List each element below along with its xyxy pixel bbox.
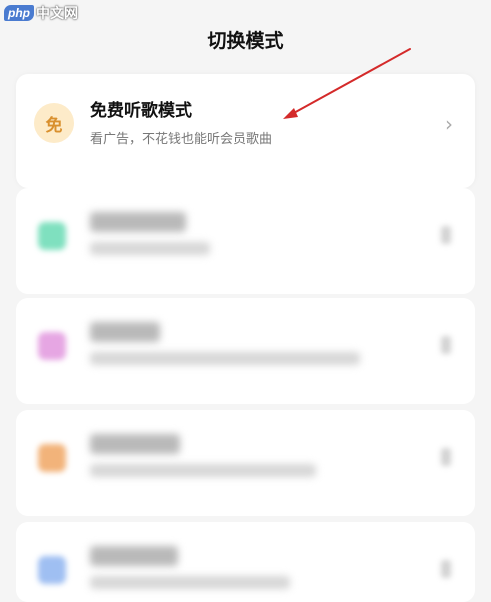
watermark-text: 中文网: [36, 5, 78, 21]
chevron-right-icon: [441, 336, 451, 354]
mode-item-blurred[interactable]: [16, 298, 475, 404]
mode-item-blurred[interactable]: [16, 410, 475, 516]
mode-description-blurred: [90, 464, 316, 477]
mode-name-blurred: [90, 546, 178, 566]
mode-icon: [38, 332, 66, 360]
chevron-right-icon: [441, 448, 451, 466]
mode-description-blurred: [90, 242, 210, 255]
mode-name-blurred: [90, 212, 186, 232]
mode-item-blurred[interactable]: [16, 522, 475, 602]
mode-name-blurred: [90, 434, 180, 454]
mode-name: 免费听歌模式: [90, 101, 192, 121]
free-icon-glyph: 免: [45, 115, 63, 136]
chevron-right-icon: ›: [445, 112, 453, 136]
mode-name-blurred: [90, 322, 160, 342]
mode-description-blurred: [90, 576, 290, 589]
mode-item-blurred[interactable]: [16, 188, 475, 294]
mode-icon: [38, 444, 66, 472]
mode-description: 看广告，不花钱也能听会员歌曲: [90, 132, 273, 147]
watermark: php 中文网: [4, 2, 78, 24]
mode-icon: [38, 222, 66, 250]
chevron-right-icon: [441, 560, 451, 578]
page-title: 切换模式: [207, 30, 284, 52]
mode-item-free-listening[interactable]: 免 免费听歌模式 看广告，不花钱也能听会员歌曲 ›: [16, 74, 475, 188]
mode-description-blurred: [90, 352, 360, 365]
mode-icon: [38, 556, 66, 584]
watermark-logo: php: [4, 5, 34, 21]
free-icon: 免: [34, 103, 74, 143]
chevron-right-icon: [441, 226, 451, 244]
